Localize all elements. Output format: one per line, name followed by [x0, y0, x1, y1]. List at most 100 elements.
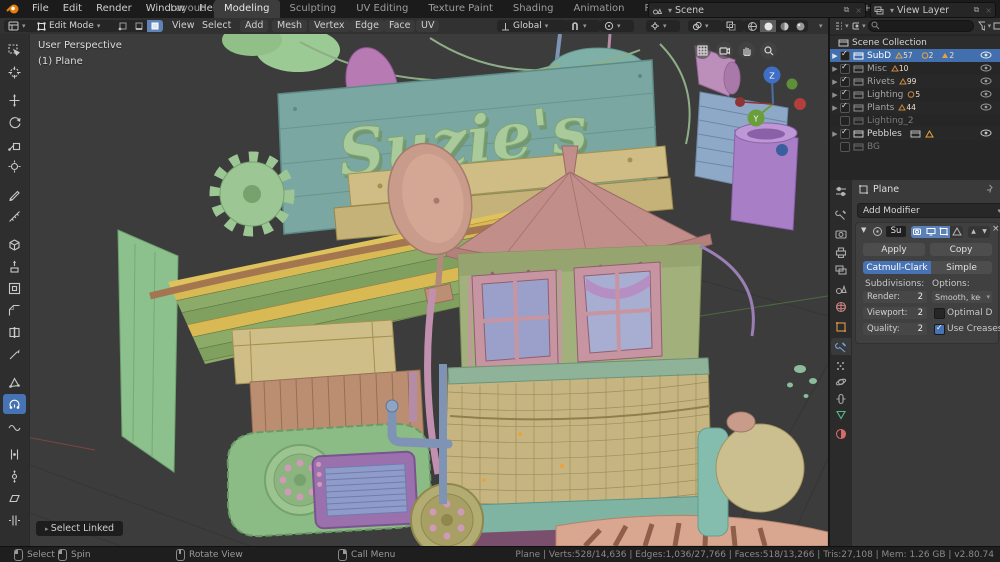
- pin-icon[interactable]: [985, 184, 994, 194]
- render-visibility-toggle[interactable]: [911, 225, 924, 238]
- zoom-button[interactable]: [760, 42, 777, 59]
- tool-scale[interactable]: [3, 134, 26, 154]
- tool-rotate[interactable]: [3, 112, 26, 132]
- collection-checkbox[interactable]: [840, 141, 850, 152]
- tool-add-cube[interactable]: [3, 234, 26, 254]
- tab-animation[interactable]: Animation: [564, 0, 635, 18]
- gizmo-x-neg-ball[interactable]: [735, 97, 745, 107]
- tab-layout[interactable]: Layout: [160, 0, 214, 18]
- outliner-search[interactable]: [866, 20, 974, 32]
- catmull-clark-button[interactable]: Catmull-Clark: [863, 261, 931, 274]
- editmode-visibility-toggle[interactable]: [937, 225, 950, 238]
- tab-sculpting[interactable]: Sculpting: [280, 0, 347, 18]
- tool-spin[interactable]: [3, 394, 26, 414]
- proportional-edit-toggle[interactable]: ▾: [600, 20, 634, 32]
- tool-cursor[interactable]: [3, 62, 26, 82]
- hide-eye-icon[interactable]: [980, 51, 992, 59]
- collection-checkbox[interactable]: [840, 75, 850, 87]
- collection-checkbox[interactable]: [840, 115, 850, 126]
- new-collection-icon[interactable]: [993, 21, 1000, 31]
- tool-poly-build[interactable]: [3, 372, 26, 392]
- outliner-row-subd[interactable]: ▶ SubD 57 2 2: [830, 49, 1000, 62]
- show-gizmo-toggle[interactable]: ▾: [646, 20, 680, 32]
- tab-shading[interactable]: Shading: [503, 0, 564, 18]
- gizmo-z-neg-ball[interactable]: [776, 144, 788, 156]
- collection-checkbox[interactable]: [840, 88, 850, 100]
- tab-object[interactable]: [831, 318, 851, 335]
- collection-checkbox[interactable]: [840, 62, 850, 74]
- tab-uv-editing[interactable]: UV Editing: [346, 0, 418, 18]
- apply-button[interactable]: Apply: [863, 243, 925, 256]
- material-shading-button[interactable]: [776, 20, 792, 32]
- new-layer-icon[interactable]: ⧉: [974, 5, 980, 15]
- tab-constraints[interactable]: [831, 390, 851, 407]
- menu-file[interactable]: File: [25, 0, 56, 18]
- menu-uv[interactable]: UV: [416, 20, 440, 32]
- outliner-row-plants[interactable]: ▶ Plants 44: [830, 101, 1000, 114]
- tool-rip-region[interactable]: [3, 510, 26, 530]
- tab-render[interactable]: [831, 225, 851, 242]
- search-input[interactable]: [867, 20, 974, 32]
- tool-select-box[interactable]: [3, 40, 26, 60]
- blender-logo-icon[interactable]: [6, 3, 21, 15]
- tool-extrude-region[interactable]: [3, 256, 26, 276]
- view-layer-selector[interactable]: ▾ View Layer ⧉ ×: [870, 2, 996, 18]
- collection-checkbox[interactable]: [840, 127, 850, 139]
- outliner-row-misc[interactable]: ▶ Misc 10: [830, 62, 1000, 75]
- optimal-display-checkbox[interactable]: [934, 308, 945, 319]
- modifier-name-field[interactable]: Su: [886, 225, 906, 237]
- rendered-shading-button[interactable]: [792, 20, 808, 32]
- delete-modifier-button[interactable]: ×: [992, 224, 1000, 234]
- hide-eye-icon[interactable]: [980, 64, 992, 72]
- viewport-subdivisions-field[interactable]: Viewport: 2: [863, 307, 927, 319]
- panel-expand-icon[interactable]: ▼: [861, 226, 866, 234]
- tab-view-layer[interactable]: [831, 261, 851, 278]
- tab-output[interactable]: [831, 243, 851, 260]
- gizmo-y-pos-ball[interactable]: [786, 78, 798, 90]
- unlink-scene-icon[interactable]: ×: [855, 6, 862, 15]
- face-select-button[interactable]: [147, 20, 163, 32]
- pan-hand-button[interactable]: [738, 42, 755, 59]
- hide-eye-icon[interactable]: [980, 90, 992, 98]
- move-modifier-up-button[interactable]: ▲: [968, 225, 979, 238]
- collection-checkbox[interactable]: [840, 49, 850, 61]
- menu-mesh[interactable]: Mesh: [272, 20, 308, 32]
- tab-modeling[interactable]: Modeling: [214, 0, 280, 18]
- tab-physics[interactable]: [831, 373, 851, 390]
- edge-select-button[interactable]: [131, 20, 147, 32]
- tab-world[interactable]: [831, 298, 851, 315]
- tool-shear[interactable]: [3, 488, 26, 508]
- grid-ortho-button[interactable]: [694, 42, 711, 59]
- realtime-visibility-toggle[interactable]: [924, 225, 937, 238]
- simple-button[interactable]: Simple: [931, 261, 992, 274]
- mode-dropdown[interactable]: Edit Mode ▾: [33, 20, 117, 32]
- snap-toggle[interactable]: ▾: [566, 20, 600, 32]
- menu-vertex[interactable]: Vertex: [309, 20, 350, 32]
- use-creases-checkbox[interactable]: [934, 323, 945, 335]
- render-subdivisions-field[interactable]: Render: 2: [863, 291, 927, 303]
- tool-transform[interactable]: [3, 156, 26, 176]
- outliner-row-lighting[interactable]: ▶ Lighting 5: [830, 88, 1000, 101]
- tool-move[interactable]: [3, 90, 26, 110]
- viewport-canvas[interactable]: Suzie's Suzie's User Perspective (1) Pla…: [0, 34, 828, 546]
- outliner-row-rivets[interactable]: ▶ Rivets 99: [830, 75, 1000, 88]
- menu-face[interactable]: Face: [384, 20, 416, 32]
- outliner-row-lighting-2[interactable]: Lighting_2: [830, 114, 1000, 127]
- filter-funnel-icon[interactable]: [977, 21, 985, 31]
- xray-toggle[interactable]: [722, 20, 744, 32]
- tool-inset-faces[interactable]: [3, 278, 26, 298]
- tool-annotate[interactable]: [3, 184, 26, 204]
- collection-checkbox[interactable]: [840, 101, 850, 113]
- tool-loop-cut[interactable]: [3, 322, 26, 342]
- outliner-editor-icon[interactable]: [834, 21, 843, 31]
- tab-material[interactable]: [831, 425, 851, 442]
- menu-edit[interactable]: Edit: [56, 0, 89, 18]
- tool-knife[interactable]: [3, 344, 26, 364]
- display-mode-icon[interactable]: [852, 21, 860, 31]
- hide-eye-icon[interactable]: [980, 103, 992, 111]
- tab-object-data[interactable]: [831, 406, 851, 423]
- tab-scene[interactable]: [831, 280, 851, 297]
- menu-render[interactable]: Render: [89, 0, 139, 18]
- new-scene-icon[interactable]: ⧉: [844, 5, 850, 15]
- solid-shading-button[interactable]: [760, 20, 776, 32]
